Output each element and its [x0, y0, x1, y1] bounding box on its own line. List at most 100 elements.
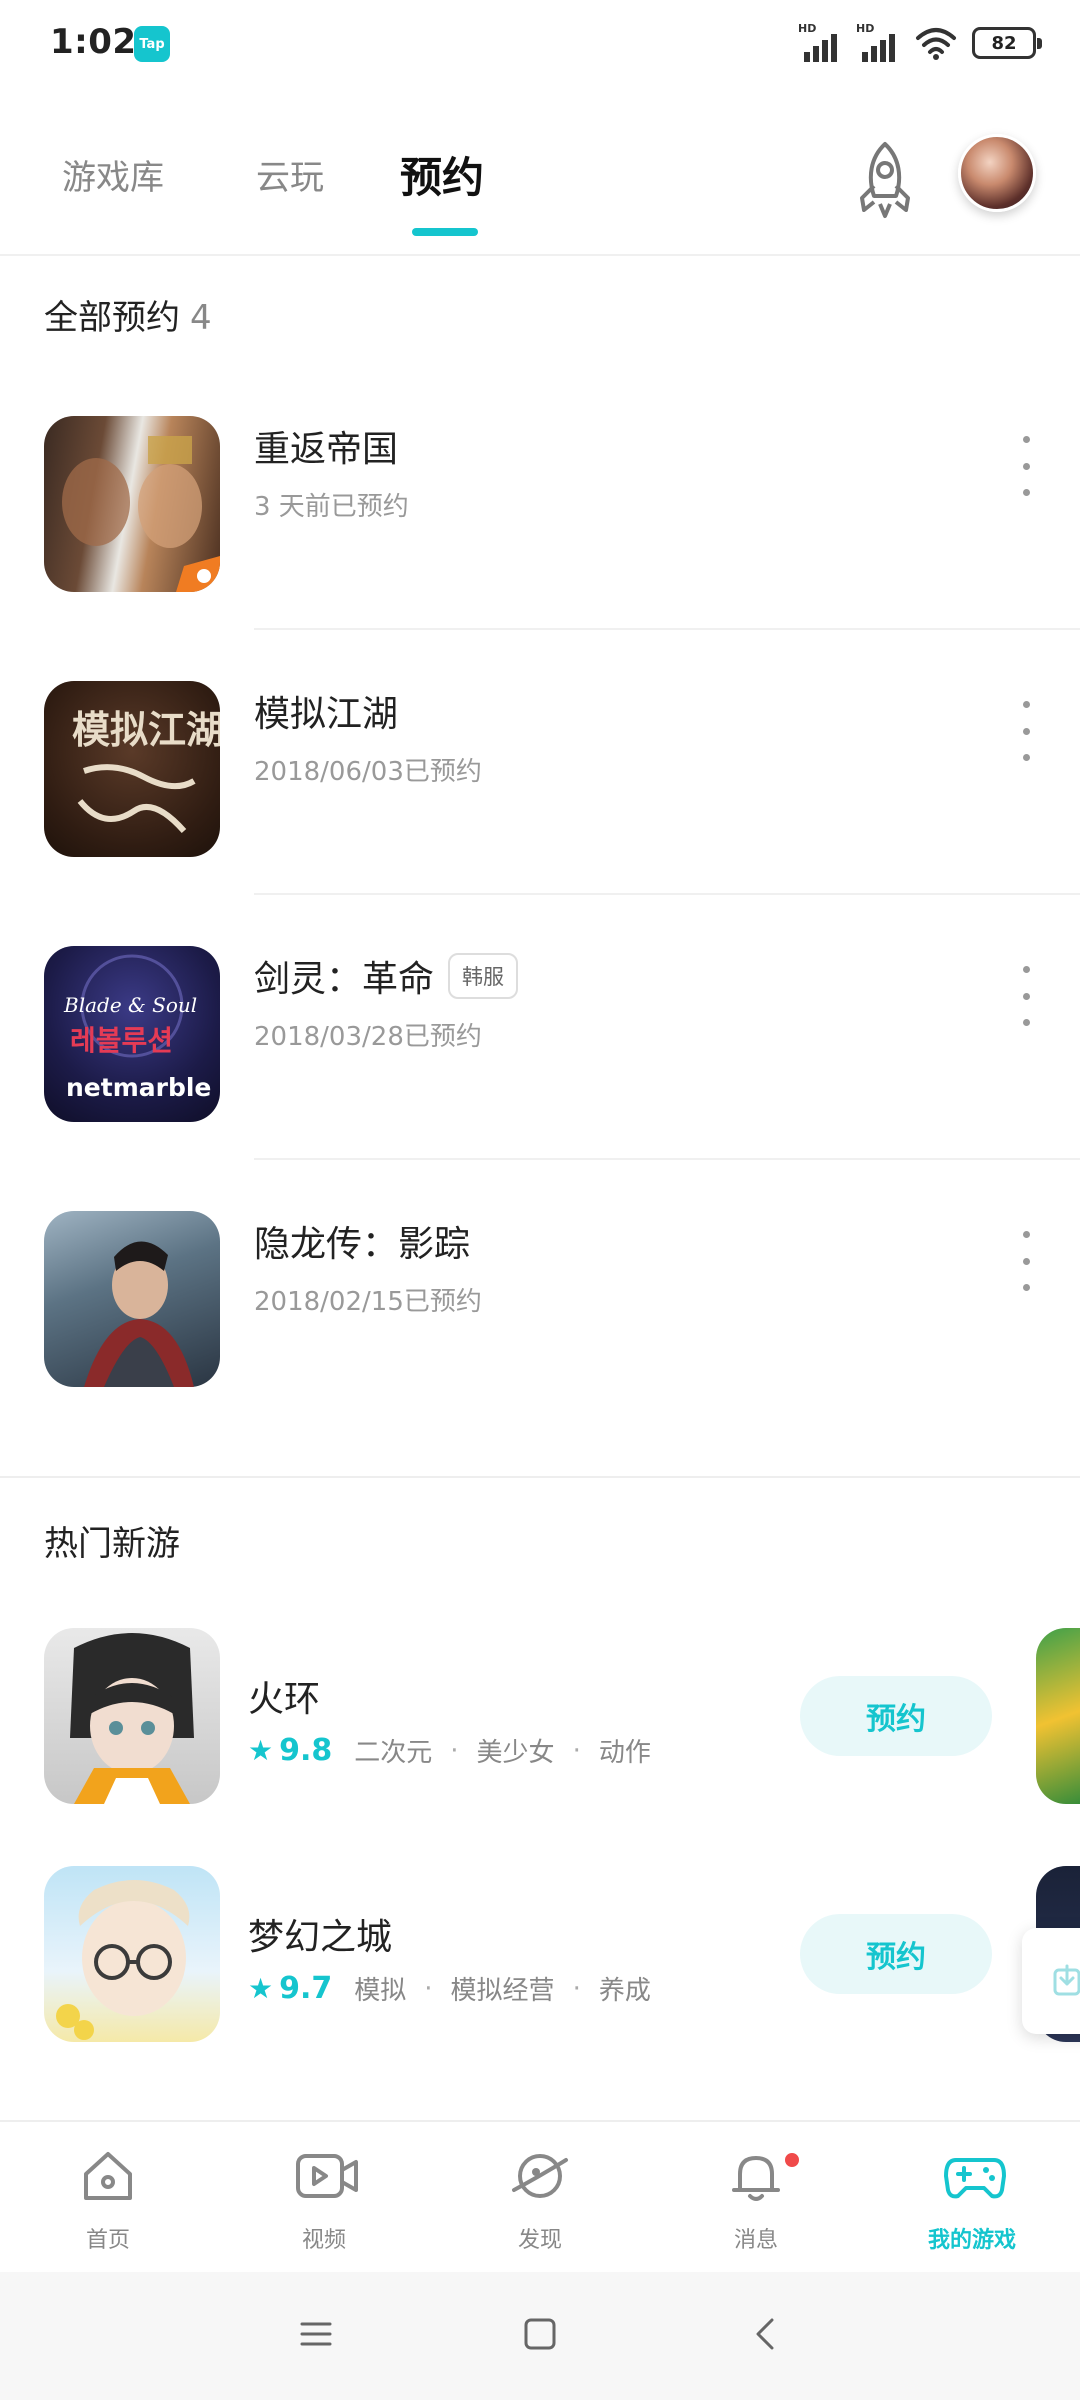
reserved-game-item[interactable]: 模拟江湖 模拟江湖 2018/06/03已预约 — [0, 681, 1080, 946]
nav-label: 消息 — [733, 2228, 778, 2253]
game-name: 重返帝国 — [254, 429, 399, 470]
back-icon[interactable] — [748, 2316, 784, 2352]
game-name-row: 模拟江湖 — [254, 685, 398, 737]
tab-reservations[interactable]: 预约 — [400, 144, 484, 205]
reservations-heading: 全部预约 4 — [44, 290, 212, 339]
reserve-button[interactable]: 预约 — [800, 1676, 992, 1756]
rocket-icon[interactable] — [850, 138, 920, 222]
status-bar: 1:02 Tap HD HD 82 — [0, 0, 1080, 90]
status-icons: HD HD 82 — [798, 22, 1042, 62]
reserved-date: 2018/06/03已预约 — [254, 757, 482, 787]
game-name-row: 重返帝国 — [254, 420, 398, 472]
reserve-button[interactable]: 预约 — [800, 1914, 992, 1994]
top-nav: 游戏库 云玩 预约 — [0, 120, 1080, 256]
tab-cloud-play[interactable]: 云玩 — [256, 150, 324, 199]
game-tag: 养成 — [598, 1976, 651, 2006]
hot-game-item[interactable]: 火环 ★ 9.8 二次元 · 美少女 · 动作 预约 — [0, 1628, 1080, 1818]
star-icon: ★ — [248, 1972, 274, 2005]
game-name: 剑灵：革命 — [254, 959, 435, 1000]
battery-icon: 82 — [972, 27, 1042, 59]
hot-games-title: 热门新游 — [44, 1524, 180, 1564]
game-name-row: 隐龙传：影踪 — [254, 1215, 470, 1267]
game-icon-blade-and-soul: Blade & Soul 레볼루션 netmarble — [44, 946, 220, 1122]
game-name: 模拟江湖 — [254, 694, 399, 735]
reserved-date: 2018/02/15已预约 — [254, 1287, 482, 1317]
reserved-game-item[interactable]: 隐龙传：影踪 2018/02/15已预约 — [0, 1211, 1080, 1476]
discover-icon — [512, 2154, 568, 2198]
reservations-title: 全部预约 — [44, 298, 180, 338]
game-icon-huohuan — [44, 1628, 220, 1804]
divider — [254, 893, 1080, 895]
nav-label: 视频 — [301, 2228, 346, 2253]
game-score: 9.7 — [279, 1971, 333, 2006]
reserved-date: 3 天前已预约 — [254, 492, 409, 522]
signal-icon: HD — [798, 22, 842, 62]
nav-video[interactable]: 视频 — [216, 2122, 432, 2272]
tab-game-library[interactable]: 游戏库 — [62, 150, 164, 199]
game-name: 火环 — [248, 1679, 321, 1720]
separator-dot: · — [450, 1735, 459, 1766]
game-icon-chongfan-diguo — [44, 416, 220, 592]
game-tag: 模拟 — [354, 1976, 407, 2006]
icon-text: 模拟江湖 — [72, 707, 220, 752]
status-time: 1:02 — [50, 22, 137, 62]
game-name-row: 剑灵：革命 韩服 — [254, 950, 519, 1002]
nav-label: 我的游戏 — [927, 2228, 1016, 2253]
nav-label: 首页 — [85, 2228, 130, 2253]
icon-text: Blade & Soul — [63, 993, 197, 1017]
signal-icon: HD — [856, 22, 900, 62]
peek-game-icon[interactable] — [1036, 1628, 1080, 1804]
gamepad-icon — [944, 2158, 1006, 2199]
nav-my-games[interactable]: 我的游戏 — [864, 2122, 1080, 2272]
home-icon — [84, 2152, 132, 2200]
icon-text: netmarble — [66, 1073, 211, 1102]
screen: 1:02 Tap HD HD 82 游戏库 云玩 预约 全部预约 4 重返帝国 … — [0, 0, 1080, 2400]
game-tag: 模拟经营 — [450, 1976, 555, 2006]
more-options-icon[interactable] — [1014, 436, 1038, 496]
reserved-game-item[interactable]: Blade & Soul 레볼루션 netmarble 剑灵：革命 韩服 201… — [0, 946, 1080, 1211]
separator-dot: · — [572, 1973, 581, 2004]
game-icon-menghuan-zhicheng — [44, 1866, 220, 2042]
nav-discover[interactable]: 发现 — [432, 2122, 648, 2272]
menu-icon[interactable] — [298, 2316, 334, 2352]
game-tag: 动作 — [598, 1738, 651, 1768]
active-tab-indicator — [412, 228, 478, 236]
reservations-count: 4 — [190, 298, 212, 338]
hot-game-item[interactable]: 梦幻之城 ★ 9.7 模拟 · 模拟经营 · 养成 预约 — [0, 1866, 1080, 2056]
game-score: 9.8 — [279, 1733, 333, 1768]
region-tag: 韩服 — [448, 953, 519, 999]
home-square-icon[interactable] — [522, 2316, 558, 2352]
floating-download-button[interactable] — [1022, 1928, 1080, 2034]
game-tag: 美少女 — [476, 1738, 555, 1768]
bottom-nav: 首页 视频 发现 消息 我的游戏 — [0, 2120, 1080, 2270]
game-meta: ★ 9.7 模拟 · 模拟经营 · 养成 — [248, 1970, 651, 2007]
video-icon — [296, 2154, 358, 2198]
separator-dot: · — [424, 1973, 433, 2004]
game-tag: 二次元 — [354, 1738, 433, 1768]
icon-text: 레볼루션 — [70, 1024, 173, 1057]
divider — [254, 1158, 1080, 1160]
bell-icon — [732, 2156, 780, 2201]
notification-badge — [782, 2150, 802, 2170]
game-icon-moni-jianghu: 模拟江湖 — [44, 681, 220, 857]
game-name: 梦幻之城 — [248, 1917, 393, 1958]
star-icon: ★ — [248, 1734, 274, 1767]
divider — [254, 628, 1080, 630]
wifi-icon — [916, 28, 956, 60]
section-divider — [0, 1476, 1080, 1478]
game-name: 隐龙传：影踪 — [254, 1224, 471, 1265]
nav-home[interactable]: 首页 — [0, 2122, 216, 2272]
more-options-icon[interactable] — [1014, 1231, 1038, 1291]
reserved-date: 2018/03/28已预约 — [254, 1022, 482, 1052]
separator-dot: · — [572, 1735, 581, 1766]
download-icon — [1053, 1964, 1080, 1996]
reserved-game-item[interactable]: 重返帝国 3 天前已预约 — [0, 416, 1080, 681]
nav-messages[interactable]: 消息 — [648, 2122, 864, 2272]
more-options-icon[interactable] — [1014, 701, 1038, 761]
tap-notification-icon: Tap — [134, 26, 170, 62]
system-nav-bar — [0, 2272, 1080, 2400]
game-meta: ★ 9.8 二次元 · 美少女 · 动作 — [248, 1732, 651, 1769]
nav-label: 发现 — [517, 2228, 562, 2253]
more-options-icon[interactable] — [1014, 966, 1038, 1026]
user-avatar[interactable] — [958, 134, 1036, 212]
